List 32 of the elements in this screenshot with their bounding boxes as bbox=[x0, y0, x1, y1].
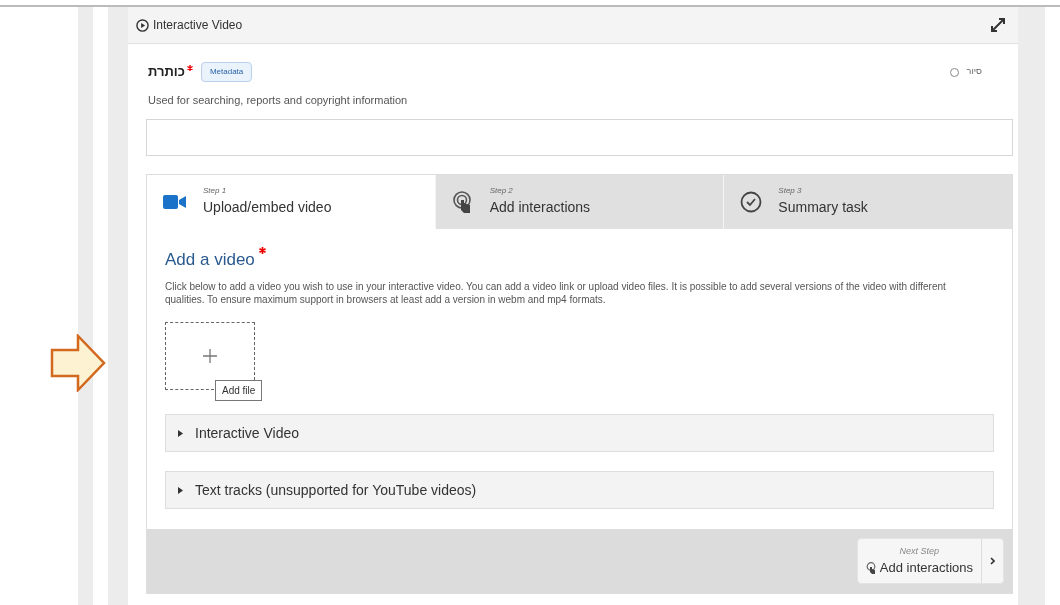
step-tab[interactable]: Step 1 Upload/embed video bbox=[147, 174, 435, 229]
title-input[interactable] bbox=[146, 118, 1013, 156]
step-number: Step 2 bbox=[489, 185, 514, 197]
panel-title: Interactive Video bbox=[153, 17, 243, 34]
accordion-header[interactable]: Interactive Video bbox=[165, 414, 994, 452]
accordion-header[interactable]: Text tracks (unsupported for YouTube videos) bbox=[165, 471, 994, 509]
step-number: Step 1 bbox=[203, 185, 228, 197]
section-description: Click below to add a video you wish to use in your interactive video. You can add a video link or upload video files. It is possible to add several versions of the video with different qualities. To ensure maximum support in browsers at least add a version in webm and mp4 formats. bbox=[165, 280, 947, 306]
pointer-arrow-icon bbox=[50, 334, 106, 392]
caret-icon bbox=[178, 486, 183, 494]
step-number: Step 3 bbox=[778, 185, 803, 197]
check-circle-icon bbox=[740, 190, 763, 213]
add-file-tooltip: Add file bbox=[215, 380, 263, 401]
play-circle-icon bbox=[136, 18, 149, 32]
touch-icon bbox=[451, 189, 474, 214]
expand-icon[interactable] bbox=[990, 17, 1006, 33]
metadata-tag[interactable]: Metadata bbox=[200, 62, 253, 82]
next-step-label: Add interactions bbox=[879, 559, 973, 577]
step-label: Add interactions bbox=[489, 198, 591, 217]
step-label: Summary task bbox=[778, 198, 868, 217]
help-link[interactable]: סיור bbox=[966, 65, 982, 79]
touch-icon bbox=[865, 561, 876, 574]
step-label: Upload/embed video bbox=[203, 198, 332, 217]
section-title: Add a video bbox=[165, 248, 255, 271]
field-description: Used for searching, reports and copyright information bbox=[148, 93, 409, 108]
field-label: כותרת bbox=[148, 63, 185, 82]
caret-icon bbox=[178, 429, 183, 437]
video-camera-icon bbox=[163, 193, 187, 210]
next-step-button[interactable]: Next Step Add interactions bbox=[856, 538, 1004, 584]
next-step-caption: Next Step bbox=[898, 544, 941, 558]
chevron-right-icon bbox=[990, 557, 995, 565]
plus-icon bbox=[203, 349, 217, 363]
